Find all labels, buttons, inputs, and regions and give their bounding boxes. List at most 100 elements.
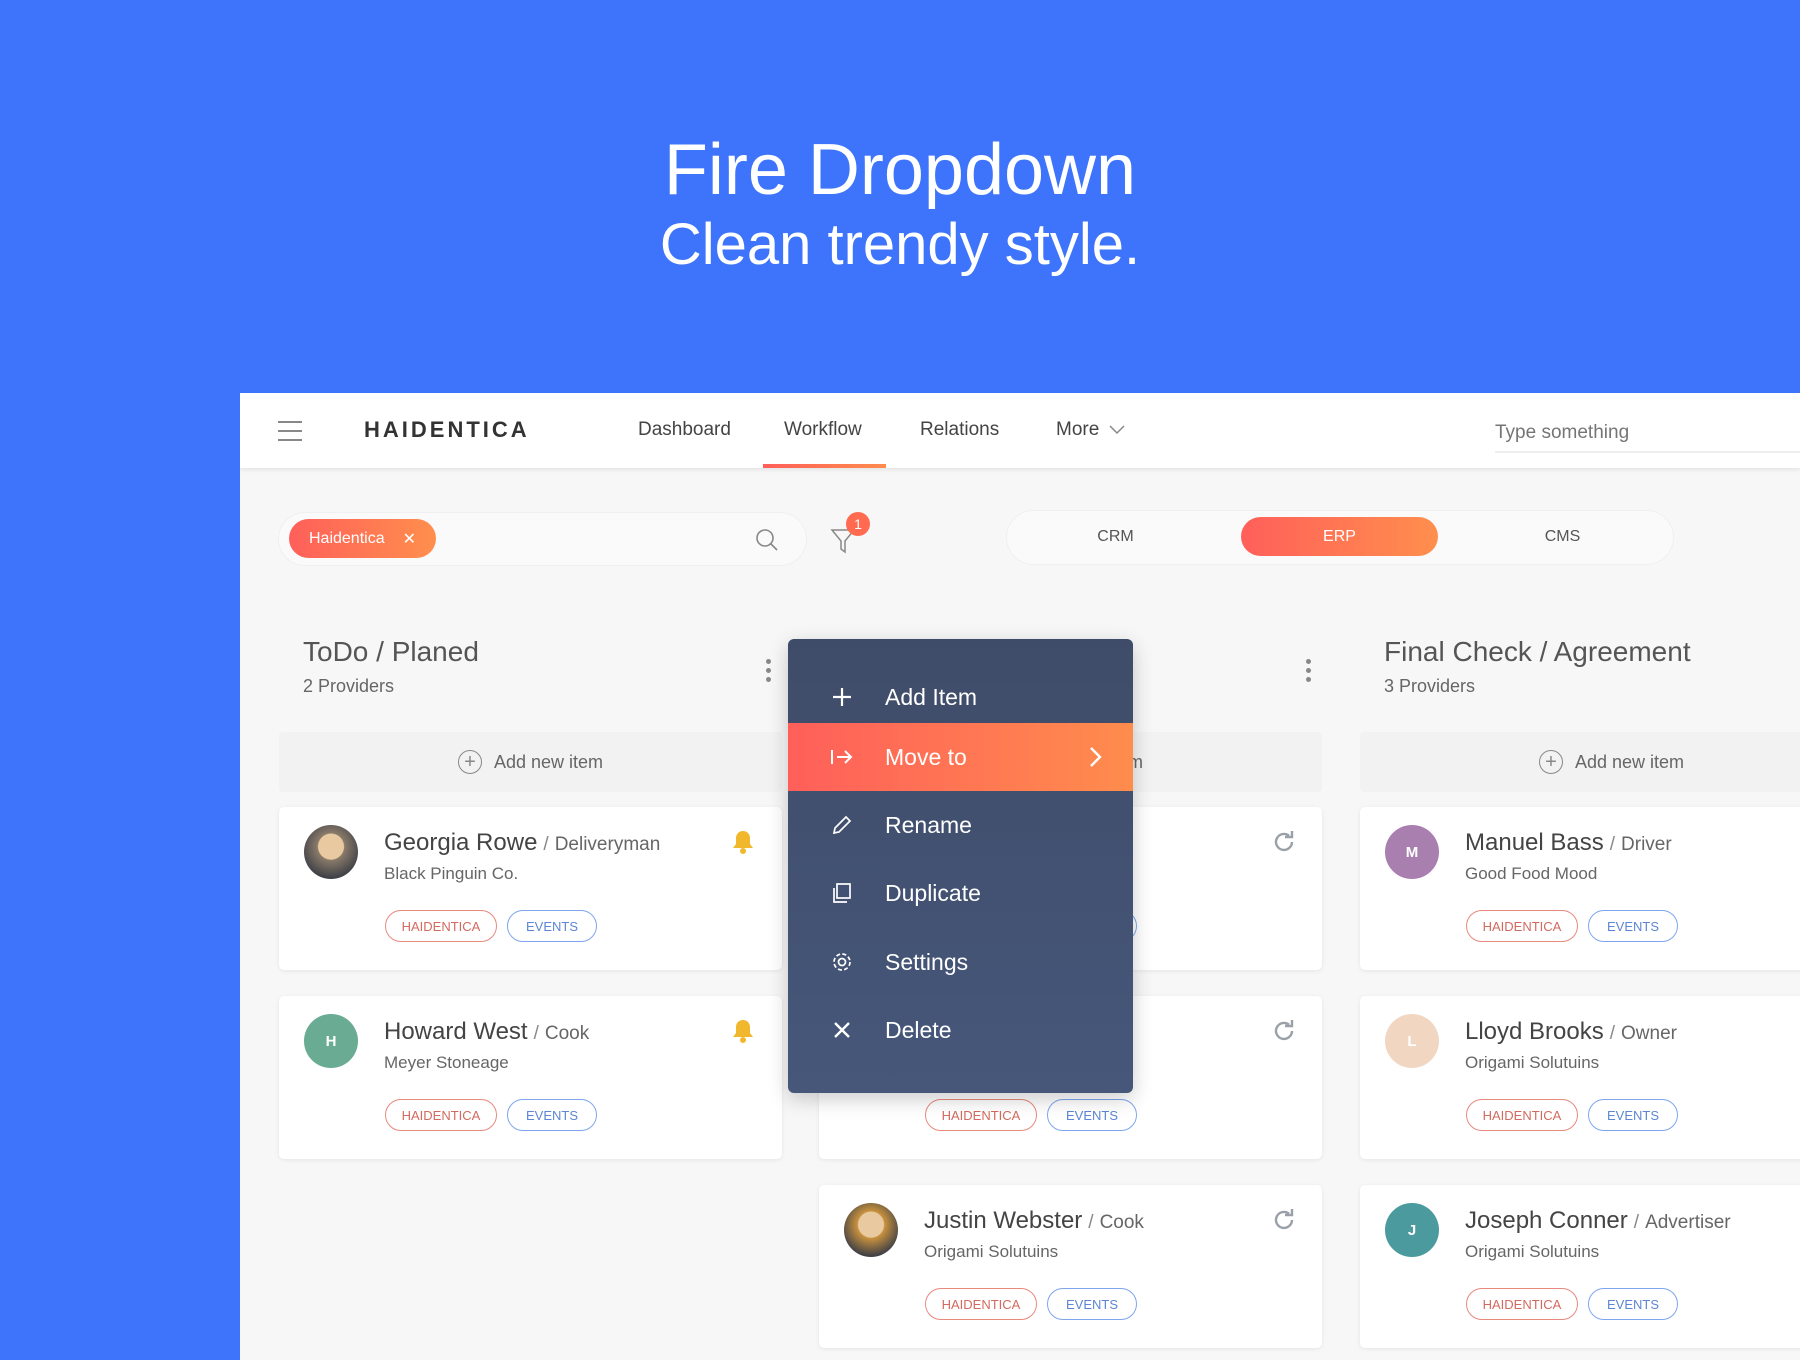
provider-name-line: Joseph Conner / Advertiser — [1465, 1207, 1731, 1234]
tag-events[interactable]: EVENTS — [507, 1099, 597, 1131]
tag-haidentica[interactable]: HAIDENTICA — [385, 1099, 497, 1131]
avatar: J — [1385, 1203, 1439, 1257]
hamburger-menu-icon[interactable] — [278, 421, 302, 441]
menu-item-move-to[interactable]: Move to — [788, 723, 1133, 791]
provider-name: Joseph Conner — [1465, 1207, 1628, 1234]
bell-icon[interactable] — [731, 1018, 759, 1046]
provider-name-line: Howard West / Cook — [384, 1018, 590, 1045]
column-title: Final Check / Agreement — [1384, 636, 1691, 667]
avatar-photo — [304, 825, 358, 879]
close-icon — [829, 1017, 855, 1043]
tag-events[interactable]: EVENTS — [1588, 910, 1678, 942]
nav-more[interactable]: More — [1056, 419, 1125, 441]
add-new-item-button[interactable]: + Add new item — [279, 732, 782, 792]
provider-role: Deliveryman — [554, 834, 661, 855]
pencil-icon — [829, 812, 855, 838]
provider-card[interactable]: J Joseph Conner / Advertiser Origami Solutui… — [1360, 1185, 1800, 1348]
provider-company: Origami Solutuins — [924, 1242, 1059, 1261]
provider-name: Manuel Bass — [1465, 829, 1604, 856]
column-subtitle: 3 Providers — [1384, 676, 1476, 696]
avatar: H — [304, 1014, 358, 1068]
provider-role: Advertiser — [1645, 1212, 1731, 1233]
board-column: ToDo / Planed 2 Providers + Add new item Geo… — [279, 393, 799, 1360]
provider-company: Black Pinguin Co. — [384, 864, 519, 883]
nav-workflow[interactable]: Workflow — [784, 419, 862, 441]
provider-role: Driver — [1621, 834, 1672, 855]
global-search-input[interactable] — [1495, 415, 1800, 453]
provider-card[interactable]: Justin Webster / Cook Origami Solutuins HAID… — [819, 1185, 1322, 1348]
menu-item-add-item[interactable]: Add Item — [788, 663, 1133, 731]
nav-relations[interactable]: Relations — [920, 419, 999, 441]
provider-name: Georgia Rowe — [384, 829, 538, 856]
active-nav-indicator — [763, 464, 886, 468]
provider-card[interactable]: M Manuel Bass / Driver Good Food Mood HAIDENT… — [1360, 807, 1800, 970]
provider-company: Meyer Stoneage — [384, 1053, 509, 1072]
add-new-item-button[interactable]: + Add new item — [1360, 732, 1800, 792]
tag-haidentica[interactable]: HAIDENTICA — [925, 1288, 1037, 1320]
tag-haidentica[interactable]: HAIDENTICA — [1466, 1288, 1578, 1320]
column-subtitle: 2 Providers — [303, 676, 395, 696]
menu-item-duplicate[interactable]: Duplicate — [788, 859, 1133, 927]
add-new-item-label: Add new item — [493, 751, 604, 772]
provider-role: Cook — [1099, 1212, 1144, 1233]
board-column: Final Check / Agreement 3 Providers + Add n… — [1360, 393, 1800, 1360]
gear-icon — [829, 949, 855, 975]
logo: HAIDENTICA — [364, 417, 530, 442]
menu-item-label: Rename — [885, 811, 972, 838]
menu-item-settings[interactable]: Settings — [788, 928, 1133, 996]
tag-events[interactable]: EVENTS — [1047, 1288, 1137, 1320]
hero-title: Fire Dropdown — [663, 130, 1137, 210]
tag-haidentica[interactable]: HAIDENTICA — [925, 1099, 1037, 1131]
provider-name: Howard West — [384, 1018, 528, 1045]
column-options-icon[interactable] — [1306, 659, 1314, 682]
refresh-icon[interactable] — [1271, 1018, 1299, 1046]
menu-item-rename[interactable]: Rename — [788, 791, 1133, 859]
plus-circle-icon: + — [1538, 750, 1563, 774]
provider-name: Lloyd Brooks — [1465, 1018, 1604, 1045]
top-bar: HAIDENTICA Dashboard Workflow Relations … — [240, 393, 1800, 468]
provider-role: Cook — [544, 1023, 590, 1044]
avatar: L — [1385, 1014, 1439, 1068]
tag-haidentica[interactable]: HAIDENTICA — [1466, 910, 1578, 942]
refresh-icon[interactable] — [1271, 1207, 1299, 1235]
tag-events[interactable]: EVENTS — [1047, 1099, 1137, 1131]
column-options-icon[interactable] — [766, 659, 774, 682]
menu-item-delete[interactable]: Delete — [788, 996, 1133, 1064]
tag-events[interactable]: EVENTS — [1588, 1099, 1678, 1131]
plus-icon — [829, 684, 855, 710]
tag-haidentica[interactable]: HAIDENTICA — [385, 910, 497, 942]
bell-icon[interactable] — [731, 829, 759, 857]
column-dropdown-menu: Add Item Move to Rename Duplicate Settings De… — [788, 639, 1133, 1093]
tag-events[interactable]: EVENTS — [1588, 1288, 1678, 1320]
provider-company: Good Food Mood — [1465, 864, 1598, 883]
avatar: M — [1385, 825, 1439, 879]
duplicate-icon — [829, 880, 855, 906]
provider-name-line: Justin Webster / Cook — [924, 1207, 1144, 1234]
provider-company: Origami Solutuins — [1465, 1053, 1600, 1072]
add-new-item-label: Add new item — [1574, 751, 1685, 772]
menu-item-label: Duplicate — [885, 879, 981, 906]
move-to-icon — [829, 744, 855, 770]
provider-company: Origami Solutuins — [1465, 1242, 1600, 1261]
tag-haidentica[interactable]: HAIDENTICA — [1466, 1099, 1578, 1131]
refresh-icon[interactable] — [1271, 829, 1299, 857]
provider-name-line: Lloyd Brooks / Owner — [1465, 1018, 1677, 1045]
menu-item-label: Move to — [885, 743, 967, 770]
provider-name-line: Manuel Bass / Driver — [1465, 829, 1672, 856]
avatar-photo — [844, 1203, 898, 1257]
plus-circle-icon: + — [457, 750, 482, 774]
provider-role: Owner — [1621, 1023, 1677, 1044]
menu-item-label: Delete — [885, 1016, 952, 1043]
app-window: HAIDENTICA Dashboard Workflow Relations … — [240, 393, 1800, 1360]
menu-item-label: Settings — [885, 948, 969, 975]
provider-card[interactable]: H Howard West / Cook Meyer Stoneage HAIDENTIC… — [279, 996, 782, 1159]
nav-dashboard[interactable]: Dashboard — [638, 419, 731, 441]
provider-name-line: Georgia Rowe / Deliveryman — [384, 829, 661, 856]
menu-item-label: Add Item — [885, 683, 978, 710]
tag-events[interactable]: EVENTS — [507, 910, 597, 942]
provider-card[interactable]: L Lloyd Brooks / Owner Origami Solutuins HAID… — [1360, 996, 1800, 1159]
hero-subtitle: Clean trendy style. — [659, 212, 1141, 277]
column-title: ToDo / Planed — [303, 636, 479, 667]
provider-name: Justin Webster — [924, 1207, 1083, 1234]
provider-card[interactable]: Georgia Rowe / Deliveryman Black Pinguin Co… — [279, 807, 782, 970]
